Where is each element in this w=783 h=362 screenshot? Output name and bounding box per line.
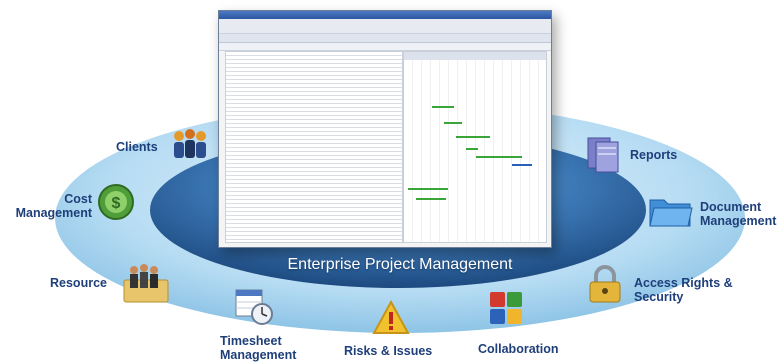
gantt-bar — [432, 106, 454, 108]
gantt-bar — [416, 198, 446, 200]
puzzle-icon — [490, 292, 522, 324]
label-timesheet-management: Timesheet Management — [220, 334, 297, 362]
svg-text:$: $ — [112, 195, 121, 212]
gantt-bar — [444, 122, 462, 124]
screenshot-task-grid — [225, 51, 403, 243]
gantt-bar — [466, 148, 478, 150]
label-cost-management: Cost Management — [15, 192, 92, 220]
label-document-management: Document Management — [700, 200, 777, 228]
screenshot-gantt — [403, 51, 547, 243]
gantt-bar — [408, 188, 448, 190]
gantt-bar — [512, 164, 532, 166]
padlock-icon — [589, 265, 621, 303]
folder-icon — [649, 199, 693, 227]
label-reports: Reports — [630, 148, 678, 162]
dollar-cycle-icon: $ — [98, 184, 134, 220]
team-folder-icon — [123, 264, 169, 303]
label-access-rights-security: Access Rights & Security — [634, 276, 733, 304]
screenshot-tabs — [219, 34, 551, 43]
label-clients: Clients — [116, 140, 158, 154]
label-collaboration: Collaboration — [478, 342, 559, 356]
label-risks-issues: Risks & Issues — [344, 344, 433, 358]
gantt-bar — [476, 156, 522, 158]
people-icon — [174, 129, 206, 158]
gantt-timeline-header — [404, 52, 546, 60]
warning-icon — [372, 300, 410, 334]
gantt-bar — [456, 136, 490, 138]
center-title: Enterprise Project Management — [287, 256, 513, 273]
screenshot-titlebar — [219, 11, 551, 19]
calendar-clock-icon — [235, 289, 273, 325]
screenshot-filterbar — [219, 43, 551, 51]
label-resource: Resource — [50, 276, 107, 290]
binders-icon — [587, 137, 619, 173]
screenshot-toolbar — [219, 19, 551, 34]
epm-diagram: Enterprise Project Management Clients $ … — [0, 0, 783, 362]
project-app-screenshot — [218, 10, 552, 248]
